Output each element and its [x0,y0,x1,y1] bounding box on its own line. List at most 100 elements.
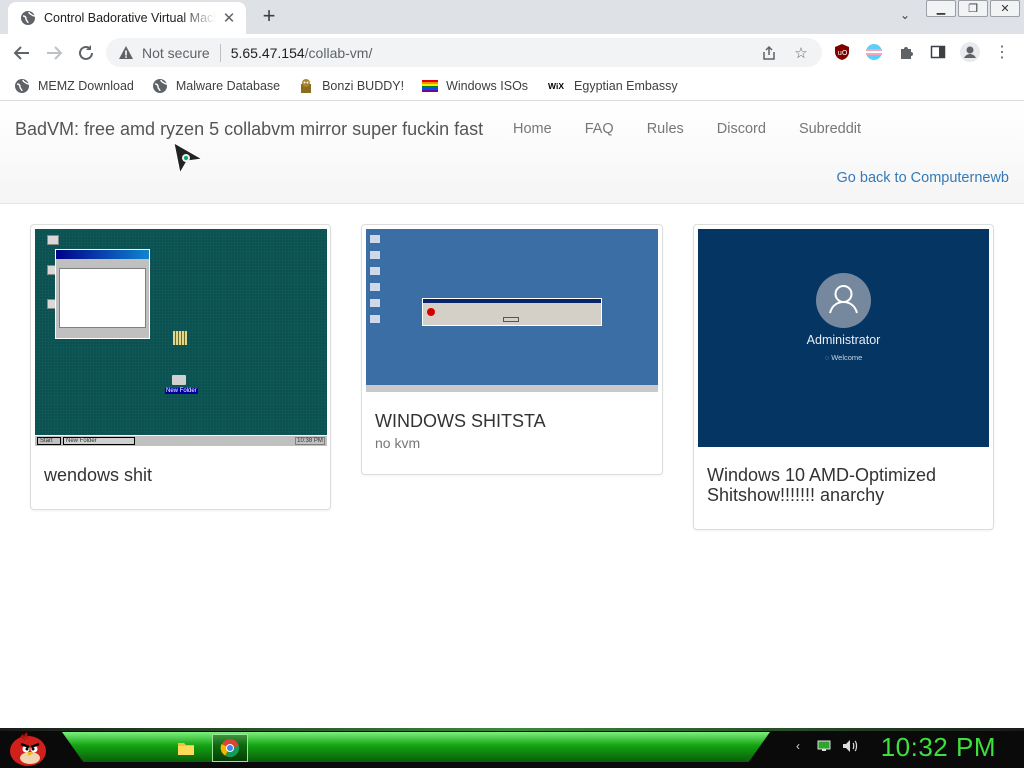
folder-icon [172,375,186,385]
warning-icon[interactable] [118,45,134,61]
os-clock[interactable]: 10:32 PM [881,732,996,763]
extensions-puzzle-icon[interactable] [896,42,916,62]
vm-subtitle: no kvm [375,435,421,451]
profile-avatar-icon[interactable] [960,42,980,62]
tab-search-chevron-icon[interactable]: ⌄ [894,8,916,26]
system-tray: ‹ [790,738,858,754]
win98-clock: 10:38 PM [295,437,325,445]
security-status-text[interactable]: Not secure [142,45,210,61]
browser-toolbar: Not secure 5.65.47.154/collab-vm/ ☆ uO ⋮ [0,34,1024,71]
desktop-icon [47,235,59,245]
desktop-icon [370,315,380,323]
url-path: /collab-vm/ [304,44,373,61]
vm-card[interactable]: New Folder Start New Folder 10:38 PM wen… [30,224,331,510]
site-nav-links: Home FAQ Rules Discord Subreddit [513,121,894,137]
vm-caption: Windows 10 AMD-Optimized Shitshow!!!!!!!… [707,465,987,505]
reload-icon[interactable] [74,41,98,65]
window-controls: ▁ ❐ ✕ [926,0,1020,18]
network-icon[interactable] [816,738,832,754]
desktop-icon [370,251,380,259]
window-titlebar [56,250,149,259]
bookmarks-bar: MEMZ Download Malware Database Bonzi BUD… [0,71,1024,101]
bookmark-star-icon[interactable]: ☆ [792,44,810,62]
win98-taskbar: Start New Folder 10:38 PM [35,435,327,446]
tab-close-icon[interactable]: ✕ [220,9,238,27]
lock-welcome-text: Welcome [831,353,863,362]
file-explorer-taskbar-icon[interactable] [168,734,204,762]
lock-welcome: ◌ Welcome [824,353,863,362]
win98-task-button: New Folder [63,437,135,445]
browser-tabstrip: Control Badorative Virtual Machi ✕ + ⌄ ▁… [0,0,1024,34]
vm-card[interactable]: Administrator ◌ Welcome Windows 10 AMD-O… [693,224,994,530]
user-avatar-icon [816,273,871,328]
svg-text:uO: uO [838,49,848,57]
new-tab-button[interactable]: + [257,5,281,28]
volume-icon[interactable] [842,738,858,754]
forward-arrow-icon[interactable] [42,41,66,65]
window-body [59,268,146,328]
book-icon [173,331,187,345]
browser-tab[interactable]: Control Badorative Virtual Machi ✕ [8,2,246,34]
vm-thumbnail-winsta[interactable] [366,229,658,392]
vm-caption: wendows shit [44,465,152,485]
share-icon[interactable] [760,44,778,62]
windows-flag-icon [422,79,439,92]
address-bar[interactable]: Not secure 5.65.47.154/collab-vm/ ☆ [106,38,822,67]
desktop-icon [370,299,380,307]
desktop-icon [370,283,380,291]
bookmark-label: Bonzi BUDDY! [322,78,405,93]
site-brand[interactable]: BadVM: free amd ryzen 5 collabvm mirror … [15,119,483,140]
eye-cursor-icon [173,142,204,175]
wix-icon: WiX [548,80,565,91]
bookmark-egyptian-embassy[interactable]: WiX Egyptian Embassy [546,78,678,94]
nav-home[interactable]: Home [513,121,552,137]
win98-start-button: Start [37,437,61,445]
url-text[interactable]: 5.65.47.154/collab-vm/ [231,45,373,61]
chrome-taskbar-icon[interactable] [212,734,248,762]
restore-icon[interactable]: ❐ [958,0,988,17]
side-panel-icon[interactable] [928,42,948,62]
bookmark-malware-database[interactable]: Malware Database [152,78,280,94]
nav-subreddit[interactable]: Subreddit [799,121,861,137]
back-arrow-icon[interactable] [10,41,34,65]
minimize-icon[interactable]: ▁ [926,0,956,17]
os-taskbar: ‹ 10:32 PM [0,728,1024,768]
tray-expand-icon[interactable]: ‹ [790,738,806,754]
bookmark-memz[interactable]: MEMZ Download [14,78,134,94]
bookmark-label: Egyptian Embassy [574,78,678,93]
vm-card[interactable]: WINDOWS SHITSTA no kvm [361,224,663,475]
explorer-window [55,249,150,339]
vm-title: wendows shit [44,465,153,485]
omnibox-actions: ☆ [760,44,810,62]
window-close-icon[interactable]: ✕ [990,0,1020,17]
back-to-computernewb-link[interactable]: Go back to Computernewb [837,170,1009,186]
pride-extension-icon[interactable] [864,42,884,62]
bookmark-label: MEMZ Download [38,78,134,93]
bookmark-bonzi-buddy[interactable]: Bonzi BUDDY! [298,78,404,94]
tab-title: Control Badorative Virtual Machi [44,11,216,25]
lock-username: Administrator [806,333,881,347]
site-navbar: BadVM: free amd ryzen 5 collabvm mirror … [0,102,1024,204]
desktop-icon [370,267,380,275]
bookmark-windows-isos[interactable]: Windows ISOs [422,78,528,94]
globe-icon [152,78,167,93]
vm-thumbnail-win10[interactable]: Administrator ◌ Welcome [698,229,989,447]
bookmark-label: Malware Database [175,78,281,93]
globe-icon [15,78,30,93]
error-icon [427,308,435,316]
winsta-taskbar [366,385,658,392]
vm-title: WINDOWS SHITSTA [375,411,546,431]
ublock-icon[interactable]: uO [832,42,852,62]
dialog-titlebar [423,299,601,303]
desktop-icon [370,235,380,243]
globe-icon [21,11,36,25]
nav-rules[interactable]: Rules [647,121,684,137]
menu-kebab-icon[interactable]: ⋮ [992,42,1012,62]
vm-thumbnail-win98[interactable]: New Folder Start New Folder 10:38 PM [35,229,327,446]
vm-caption: WINDOWS SHITSTA no kvm [375,411,546,451]
bookmark-label: Windows ISOs [446,78,529,93]
nav-discord[interactable]: Discord [717,121,766,137]
nav-faq[interactable]: FAQ [585,121,614,137]
angry-bird-start-icon[interactable] [6,729,50,767]
taskbar-rim [0,728,1024,731]
